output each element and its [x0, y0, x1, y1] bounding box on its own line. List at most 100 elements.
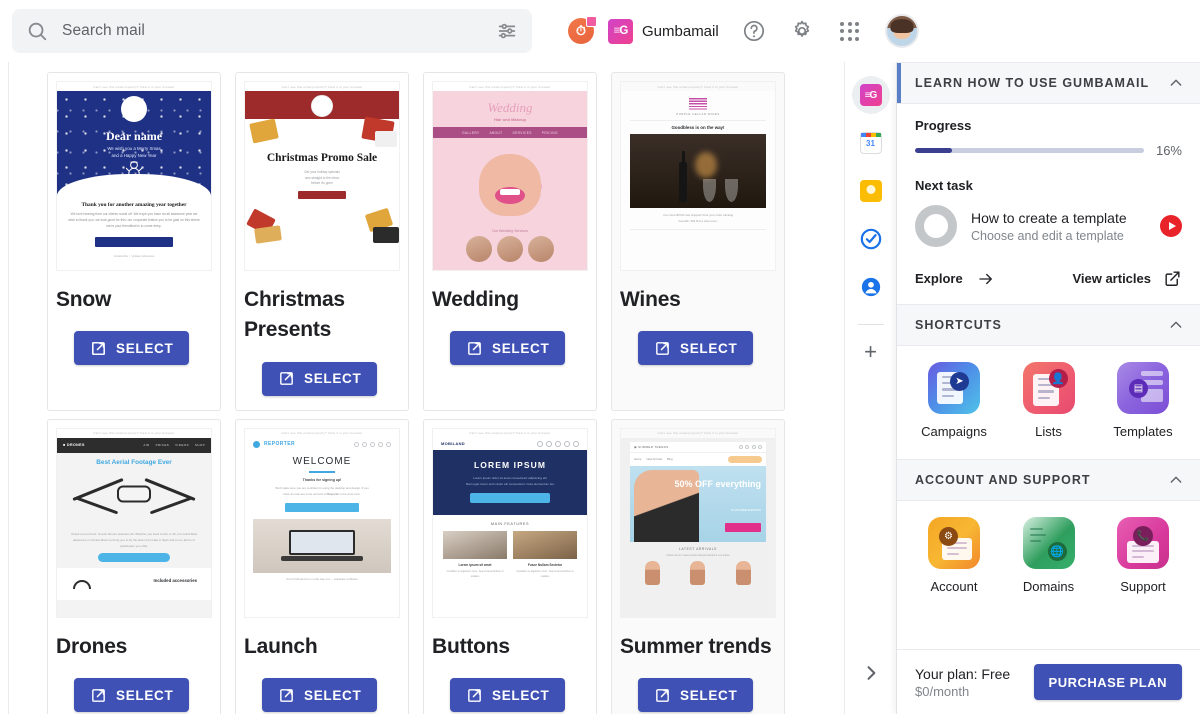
summer-latest-title: LATEST ARRIVALS: [679, 546, 717, 551]
select-button[interactable]: SELECT: [450, 678, 566, 713]
chevron-up-icon[interactable]: [1168, 317, 1184, 333]
template-card-buttons[interactable]: Can't see this email properly? View it i…: [423, 418, 597, 714]
buttons-hero-art: MOBILAND LOREM IPSUM Lorem ipsum dolor s…: [433, 437, 587, 617]
gmail-with-gumbamail-addon: Search mail ⏱ ≡G Gumbamail Can't see thi…: [0, 0, 1200, 714]
account-avatar[interactable]: [884, 14, 919, 48]
select-button-label: SELECT: [304, 371, 362, 387]
contacts-icon: [861, 277, 880, 297]
search-input[interactable]: Search mail: [12, 9, 532, 53]
template-card-wedding[interactable]: Can't see this email properly? View it i…: [423, 72, 597, 411]
next-task-row[interactable]: How to create a template Choose and edit…: [915, 205, 1182, 247]
add-app-button[interactable]: +: [856, 337, 886, 367]
xmas-hero-art: [245, 91, 399, 119]
progress-fill: [915, 148, 952, 153]
section-header-shortcuts[interactable]: SHORTCUTS: [897, 304, 1200, 346]
shortcut-campaigns[interactable]: ➤ Campaigns: [917, 362, 991, 439]
account-icon: ⚙: [928, 517, 980, 569]
plan-name: Your plan: Free: [915, 665, 1011, 682]
template-card-drones[interactable]: Can't see this email properly? View it i…: [47, 418, 221, 714]
launch-hero-art: REPORTER WELCOME Thanks for signing up! …: [245, 437, 399, 617]
task-progress-ring-icon: [915, 205, 957, 247]
template-card-snow[interactable]: Can't see this email properly? View it i…: [47, 72, 221, 411]
shortcut-templates[interactable]: ▤ Templates: [1106, 362, 1180, 439]
progress-percent-label: 16%: [1155, 143, 1182, 158]
tune-filter-icon[interactable]: [496, 20, 518, 42]
chevron-up-icon[interactable]: [1168, 75, 1184, 91]
select-button[interactable]: SELECT: [638, 678, 754, 713]
section-header-account-support[interactable]: ACCOUNT AND SUPPORT: [897, 459, 1200, 501]
apps-grid-icon[interactable]: [837, 18, 863, 44]
template-thumbnail: Can't see this email properly? View it i…: [432, 81, 588, 271]
gumbamail-addon-label[interactable]: Gumbamail: [642, 23, 719, 40]
wedding-hero-title: Wedding: [487, 100, 533, 115]
select-button-label: SELECT: [680, 687, 738, 703]
template-card-launch[interactable]: Can't see this email properly? View it i…: [235, 418, 409, 714]
select-button[interactable]: SELECT: [262, 361, 378, 396]
shortcut-lists[interactable]: 👤 Lists: [1012, 362, 1086, 439]
meet-timer-icon[interactable]: ⏱: [568, 16, 597, 44]
task-title: How to create a template: [971, 209, 1127, 226]
shortcut-label: Templates: [1113, 424, 1173, 439]
section-header-learn[interactable]: LEARN HOW TO USE GUMBAMAIL: [897, 62, 1200, 104]
app-rail-item-gumbamail[interactable]: ≡G: [851, 76, 890, 114]
template-card-christmas-presents[interactable]: Can't see this email properly? View it i…: [235, 72, 409, 411]
app-rail-item-contacts[interactable]: [852, 268, 890, 306]
play-button-icon[interactable]: [1160, 215, 1182, 237]
section-title: ACCOUNT AND SUPPORT: [915, 473, 1091, 487]
plan-bar: Your plan: Free $0/month PURCHASE PLAN: [897, 649, 1200, 714]
gumbamail-logo-icon[interactable]: ≡G: [608, 18, 633, 44]
app-rail-item-calendar[interactable]: 31: [852, 124, 890, 162]
summer-hero-subtitle: PLUS FREE SHIPPING: [731, 507, 761, 512]
open-in-new-icon: [280, 688, 293, 702]
chevron-up-icon[interactable]: [1168, 472, 1184, 488]
progress-track: [915, 148, 1144, 153]
explore-link[interactable]: Explore: [915, 270, 997, 288]
shortcut-support[interactable]: 📞 Support: [1106, 517, 1180, 594]
chevron-right-icon[interactable]: [858, 660, 884, 686]
account-support-grid: ⚙ Account 🌐 Domains 📞 Support: [897, 501, 1200, 614]
app-rail-item-tasks[interactable]: [852, 220, 890, 258]
select-button-label: SELECT: [492, 687, 550, 703]
wedding-hero-subtitle: Hair and Makeup: [493, 117, 526, 122]
open-in-new-icon: [656, 688, 669, 702]
template-card-wines[interactable]: Can't see this email properly? View it i…: [611, 72, 785, 411]
progress-label: Progress: [915, 118, 972, 133]
help-icon[interactable]: [741, 18, 767, 44]
buttons-hero-title: LOREM IPSUM: [473, 459, 547, 470]
purchase-plan-button[interactable]: PURCHASE PLAN: [1033, 664, 1182, 700]
template-thumbnail: Can't see this email properly? View it i…: [244, 81, 400, 271]
template-thumbnail: Can't see this email properly? View it i…: [244, 427, 400, 618]
select-button[interactable]: SELECT: [74, 331, 190, 366]
shortcut-account[interactable]: ⚙ Account: [917, 517, 991, 594]
open-in-new-icon: [468, 688, 481, 702]
open-in-new-icon: [92, 342, 105, 355]
shortcut-domains[interactable]: 🌐 Domains: [1012, 517, 1086, 594]
snow-hero-art: Dear name We wish you a Merry Xmas and a …: [57, 91, 211, 196]
buttons-features-title: MAIN FEATURES: [490, 522, 530, 527]
app-rail-item-keep[interactable]: [852, 172, 890, 210]
select-button-label: SELECT: [492, 340, 550, 356]
select-button[interactable]: SELECT: [638, 331, 754, 366]
view-articles-label: View articles: [1072, 271, 1151, 286]
select-button-label: SELECT: [116, 340, 174, 356]
select-button[interactable]: SELECT: [74, 678, 190, 713]
template-title: Buttons: [432, 634, 510, 658]
view-articles-link[interactable]: View articles: [1072, 269, 1182, 288]
open-in-new-icon: [280, 372, 293, 386]
template-title: Wines: [620, 288, 681, 311]
tasks-icon: [860, 228, 881, 250]
learn-links: Explore View articles: [915, 269, 1182, 288]
shortcut-label: Domains: [1022, 579, 1075, 594]
template-title: Drones: [56, 634, 128, 658]
preheader-text: Can't see this email properly? View it i…: [433, 82, 587, 91]
domains-icon: 🌐: [1022, 517, 1075, 569]
search-icon: [28, 22, 47, 41]
select-button[interactable]: SELECT: [450, 331, 566, 366]
template-card-summer-trends[interactable]: Can't see this email properly? View it i…: [611, 418, 785, 714]
select-button[interactable]: SELECT: [262, 678, 378, 713]
preheader-text: Can't see this email properly? View it i…: [433, 428, 587, 438]
gear-icon[interactable]: [789, 18, 815, 44]
template-title: Snow: [56, 288, 112, 311]
template-thumbnail: Can't see this email properly? View it i…: [56, 427, 212, 618]
section-title: LEARN HOW TO USE GUMBAMAIL: [915, 76, 1150, 90]
